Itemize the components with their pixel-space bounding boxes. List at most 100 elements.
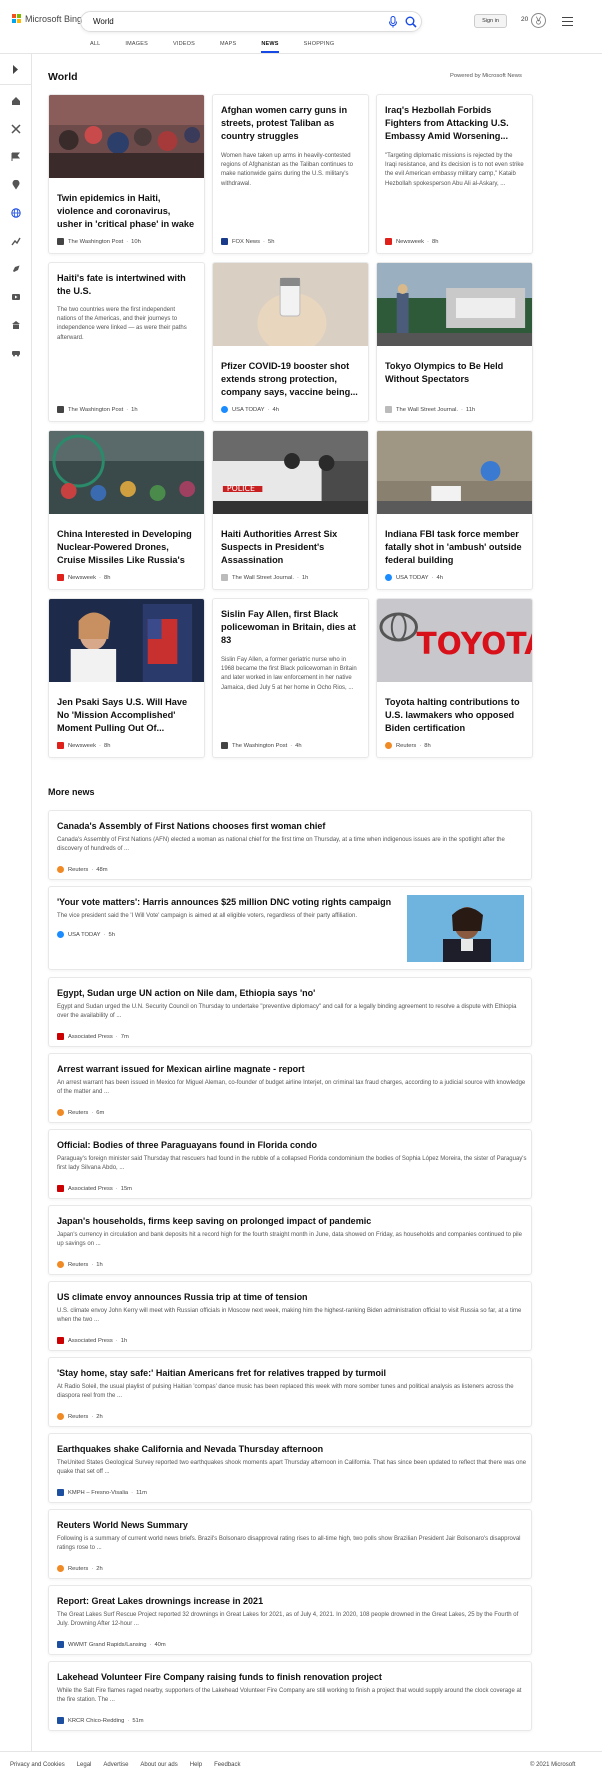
news-card[interactable]: China Interested in Developing Nuclear-P… (48, 430, 205, 590)
source-name: Associated Press (68, 1337, 113, 1344)
card-title[interactable]: Twin epidemics in Haiti, violence and co… (49, 192, 204, 231)
news-title[interactable]: Arrest warrant issued for Mexican airlin… (57, 1064, 305, 1074)
tab-shopping[interactable]: SHOPPING (304, 41, 335, 53)
rocket-icon[interactable] (11, 264, 21, 274)
location-pin-icon[interactable] (11, 180, 21, 190)
building-icon[interactable] (11, 320, 21, 330)
news-card[interactable]: Twin epidemics in Haiti, violence and co… (48, 94, 205, 254)
hamburger-menu-icon[interactable] (562, 17, 573, 26)
tab-news[interactable]: NEWS (261, 41, 279, 53)
bing-logo[interactable]: Microsoft Bing (12, 14, 82, 24)
tab-images[interactable]: IMAGES (125, 41, 148, 53)
fox-news-icon (221, 238, 228, 245)
news-title[interactable]: 'Stay home, stay safe:' Haitian American… (57, 1368, 386, 1378)
news-card[interactable]: Tokyo Olympics to Be Held Without Specta… (376, 262, 533, 422)
car-icon[interactable] (11, 348, 21, 358)
news-list-item[interactable]: 'Your vote matters': Harris announces $2… (48, 886, 532, 970)
card-title[interactable]: Haiti Authorities Arrest Six Suspects in… (213, 528, 368, 567)
card-source: Newsweek · 8h (385, 238, 438, 245)
news-title[interactable]: Reuters World News Summary (57, 1520, 188, 1530)
news-list-item[interactable]: Egypt, Sudan urge UN action on Nile dam,… (48, 977, 532, 1047)
news-title[interactable]: Earthquakes shake California and Nevada … (57, 1444, 323, 1454)
news-card[interactable]: Sislin Fay Allen, first Black policewoma… (212, 598, 369, 758)
card-title[interactable]: China Interested in Developing Nuclear-P… (49, 528, 204, 567)
source-time: 2h (96, 1413, 103, 1420)
news-source: Reuters · 2h (57, 1565, 103, 1572)
news-title[interactable]: Report: Great Lakes drownings increase i… (57, 1596, 263, 1606)
card-title[interactable]: Afghan women carry guns in streets, prot… (213, 104, 368, 143)
footer-link-privacy[interactable]: Privacy and Cookies (10, 1762, 65, 1768)
news-title[interactable]: Egypt, Sudan urge UN action on Nile dam,… (57, 988, 315, 998)
news-description: An arrest warrant has been issued in Mex… (57, 1080, 526, 1096)
news-card[interactable]: Iraq's Hezbollah Forbids Fighters from A… (376, 94, 533, 254)
news-list-item[interactable]: Lakehead Volunteer Fire Company raising … (48, 1661, 532, 1731)
news-description: The Great Lakes Surf Rescue Project repo… (57, 1612, 519, 1628)
card-title[interactable]: Tokyo Olympics to Be Held Without Specta… (377, 360, 532, 386)
footer-link-feedback[interactable]: Feedback (214, 1762, 240, 1768)
source-time: 2h (96, 1565, 103, 1572)
news-list-item[interactable]: Reuters World News Summary Following is … (48, 1509, 532, 1579)
card-image-memorial (377, 431, 532, 514)
source-name: The Washington Post (68, 406, 124, 413)
footer-link-legal[interactable]: Legal (77, 1762, 92, 1768)
news-card[interactable]: Haiti's fate is intertwined with the U.S… (48, 262, 205, 422)
news-title[interactable]: Lakehead Volunteer Fire Company raising … (57, 1672, 382, 1682)
tab-videos[interactable]: VIDEOS (173, 41, 195, 53)
source-name: Newsweek (68, 742, 97, 749)
card-title[interactable]: Jen Psaki Says U.S. Will Have No 'Missio… (49, 696, 204, 735)
news-title[interactable]: Canada's Assembly of First Nations choos… (57, 821, 325, 831)
news-title[interactable]: Japan's households, firms keep saving on… (57, 1216, 371, 1226)
news-card[interactable]: TOYOTA Toyota halting contributions to U… (376, 598, 533, 758)
search-icon[interactable] (405, 16, 417, 28)
flag-icon[interactable] (11, 152, 21, 162)
footer-link-help[interactable]: Help (190, 1762, 202, 1768)
home-icon[interactable] (11, 96, 21, 106)
news-source: Associated Press · 7m (57, 1033, 129, 1040)
card-title[interactable]: Haiti's fate is intertwined with the U.S… (49, 272, 204, 298)
news-list-item[interactable]: Earthquakes shake California and Nevada … (48, 1433, 532, 1503)
news-list-item[interactable]: Japan's households, firms keep saving on… (48, 1205, 532, 1275)
search-box[interactable]: World (80, 11, 422, 32)
crossed-tools-icon[interactable] (11, 124, 21, 134)
card-source: The Wall Street Journal. · 1h (221, 574, 308, 581)
globe-icon[interactable] (11, 208, 21, 218)
footer-link-about-ads[interactable]: About our ads (140, 1762, 177, 1768)
sign-in-button[interactable]: Sign in (474, 14, 507, 28)
chart-icon[interactable] (11, 236, 21, 246)
card-title[interactable]: Toyota halting contributions to U.S. law… (377, 696, 532, 735)
rewards-points[interactable]: 20 (521, 16, 528, 23)
card-title[interactable]: Iraq's Hezbollah Forbids Fighters from A… (377, 104, 532, 143)
news-title[interactable]: 'Your vote matters': Harris announces $2… (57, 897, 391, 907)
news-card[interactable]: Pfizer COVID-19 booster shot extends str… (212, 262, 369, 422)
tab-maps[interactable]: MAPS (220, 41, 236, 53)
news-title[interactable]: US climate envoy announces Russia trip a… (57, 1292, 308, 1302)
news-list-item[interactable]: Canada's Assembly of First Nations choos… (48, 810, 532, 880)
news-list-item[interactable]: Report: Great Lakes drownings increase i… (48, 1585, 532, 1655)
news-list-item[interactable]: US climate envoy announces Russia trip a… (48, 1281, 532, 1351)
news-card[interactable]: POLICE Haiti Authorities Arrest Six Susp… (212, 430, 369, 590)
card-title[interactable]: Sislin Fay Allen, first Black policewoma… (213, 608, 368, 647)
wsj-icon (221, 574, 228, 581)
news-list-item[interactable]: Official: Bodies of three Paraguayans fo… (48, 1129, 532, 1199)
card-title[interactable]: Indiana FBI task force member fatally sh… (377, 528, 532, 567)
news-card[interactable]: Jen Psaki Says U.S. Will Have No 'Missio… (48, 598, 205, 758)
card-title[interactable]: Pfizer COVID-19 booster shot extends str… (213, 360, 368, 399)
news-card[interactable]: Afghan women carry guns in streets, prot… (212, 94, 369, 254)
usa-today-icon (221, 406, 228, 413)
news-list-item[interactable]: 'Stay home, stay safe:' Haitian American… (48, 1357, 532, 1427)
tab-all[interactable]: ALL (90, 41, 100, 53)
footer-link-advertise[interactable]: Advertise (103, 1762, 128, 1768)
source-time: 15m (120, 1185, 133, 1192)
news-title[interactable]: Official: Bodies of three Paraguayans fo… (57, 1140, 317, 1150)
search-input[interactable]: World (93, 17, 114, 26)
news-source: KRCR Chico-Redding · 51m (57, 1717, 144, 1724)
news-list-item[interactable]: Arrest warrant issued for Mexican airlin… (48, 1053, 532, 1123)
news-card[interactable]: Indiana FBI task force member fatally sh… (376, 430, 533, 590)
video-icon[interactable] (11, 292, 21, 302)
rewards-medal-icon[interactable] (531, 13, 546, 28)
source-time: 48m (96, 866, 108, 873)
card-description: Women have taken up arms in heavily-cont… (221, 153, 353, 187)
microphone-icon[interactable] (388, 16, 398, 28)
sidebar-expand-button[interactable] (0, 54, 32, 85)
source-time: 8h (103, 742, 111, 749)
